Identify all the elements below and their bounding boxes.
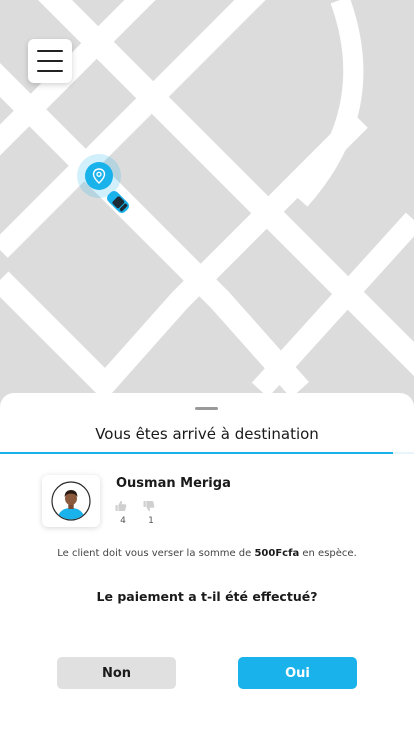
thumbs-down-icon [143,501,155,512]
payment-amount: 500Fcfa [254,548,300,559]
client-avatar-card [42,475,100,527]
likes-stat: 4 [115,499,131,526]
thumbs-up-icon [115,500,127,511]
payment-info-text: Le client doit vous verser la somme de 5… [0,548,414,559]
payment-question: Le paiement a t-il été effectué? [96,589,318,604]
progress-bar-fill [0,452,394,454]
progress-bar [0,452,414,454]
menu-icon-bar [37,50,63,52]
sheet-title: Vous êtes arrivé à destination [95,425,319,443]
drag-handle[interactable] [195,407,218,410]
no-button[interactable]: Non [57,657,176,689]
client-name: Ousman Meriga [116,476,231,491]
dislikes-stat: 1 [143,499,159,526]
menu-button[interactable] [28,39,72,83]
payment-info-suffix: en espèce. [302,548,357,559]
dislikes-count: 1 [148,516,154,526]
likes-count: 4 [120,516,126,526]
menu-icon-bar [37,60,63,62]
arrival-sheet: Vous êtes arrivé à destination Ousman Me… [0,393,414,736]
location-marker [77,154,130,214]
payment-info-prefix: Le client doit vous verser la somme de [57,548,252,559]
yes-button[interactable]: Oui [238,657,357,689]
user-avatar-icon [51,481,91,521]
menu-icon-bar [37,70,63,72]
